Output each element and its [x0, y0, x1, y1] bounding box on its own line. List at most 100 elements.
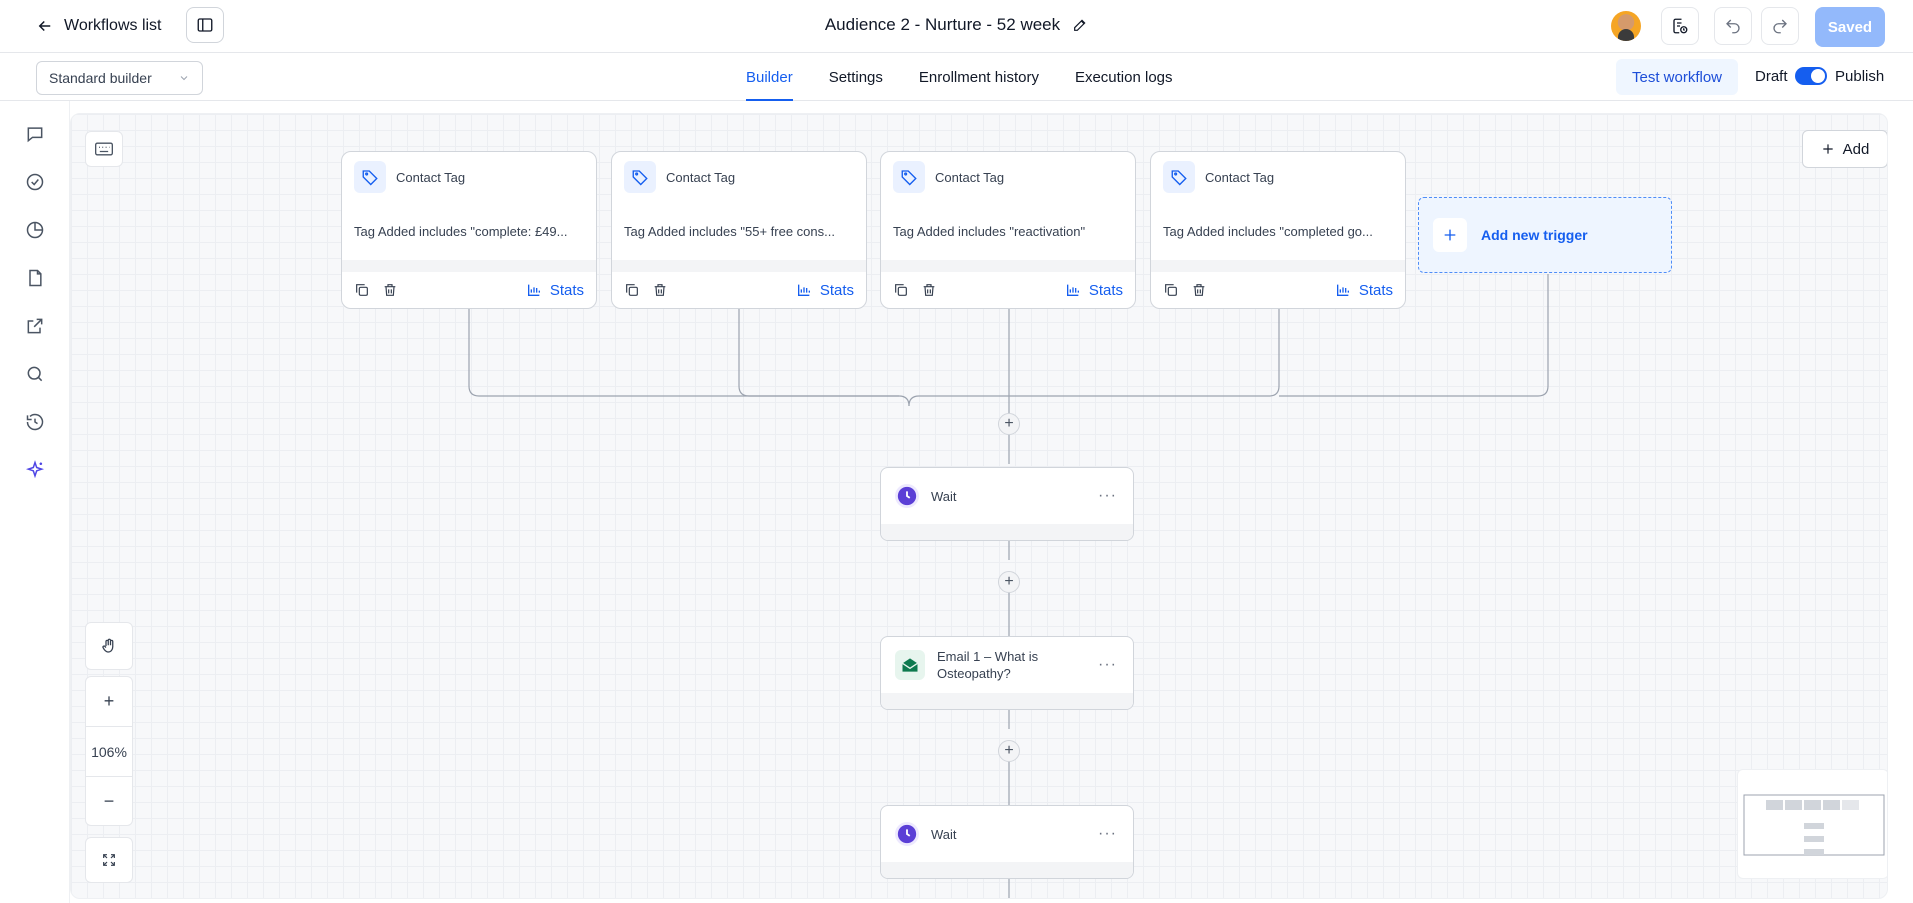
action-header: Wait ··· — [881, 468, 1133, 524]
action-card-wait[interactable]: Wait ··· — [880, 805, 1134, 879]
action-header: Email 1 – What is Osteopathy? ··· — [881, 637, 1133, 693]
tag-icon — [893, 161, 925, 193]
trigger-footer: Stats — [1151, 272, 1405, 308]
chat-icon[interactable] — [24, 123, 46, 145]
back-to-workflows-link[interactable]: Workflows list — [36, 14, 162, 38]
external-link-icon[interactable] — [24, 315, 46, 337]
trigger-card[interactable]: Contact Tag Tag Added includes "55+ free… — [611, 151, 867, 309]
trigger-description: Tag Added includes "complete: £49... — [342, 202, 596, 260]
check-circle-icon[interactable] — [24, 171, 46, 193]
action-card-wait[interactable]: Wait ··· — [880, 467, 1134, 541]
builder-select[interactable]: Standard builder — [36, 61, 203, 95]
fit-view-button[interactable] — [85, 837, 133, 883]
file-icon[interactable] — [24, 267, 46, 289]
stats-button[interactable]: Stats — [1335, 282, 1393, 299]
test-workflow-button[interactable]: Test workflow — [1616, 59, 1738, 95]
stats-label: Stats — [549, 281, 584, 299]
workflow-title: Audience 2 - Nurture - 52 week — [824, 15, 1061, 34]
trigger-body: Tag Added includes "reactivation" — [881, 202, 1135, 272]
trigger-footer: Stats — [881, 272, 1135, 308]
trash-icon[interactable] — [382, 282, 398, 298]
bar-chart-icon — [1066, 284, 1079, 296]
publish-toggle[interactable] — [1795, 67, 1827, 85]
copy-icon[interactable] — [354, 282, 370, 298]
trigger-card[interactable]: Contact Tag Tag Added includes "complete… — [1150, 151, 1406, 309]
chevron-down-icon — [180, 76, 188, 81]
version-history-button[interactable] — [1661, 7, 1699, 45]
add-button[interactable]: Add — [1802, 130, 1887, 168]
add-step-button[interactable]: + — [998, 413, 1020, 435]
action-footer — [881, 693, 1133, 709]
copy-icon[interactable] — [893, 282, 909, 298]
sidebar-toggle-button[interactable] — [186, 7, 224, 43]
zoom-in-button[interactable]: + — [86, 677, 132, 727]
trash-icon[interactable] — [921, 282, 937, 298]
copy-icon[interactable] — [624, 282, 640, 298]
add-step-button[interactable]: + — [998, 740, 1020, 762]
search-icon[interactable] — [24, 363, 46, 385]
action-card-email[interactable]: Email 1 – What is Osteopathy? ··· — [880, 636, 1134, 710]
zoom-controls: + 106% − — [85, 676, 133, 826]
builder-select-value: Standard builder — [49, 70, 152, 86]
clock-icon — [895, 484, 919, 508]
add-new-trigger-button[interactable]: Add new trigger — [1418, 197, 1672, 273]
more-options-icon[interactable]: ··· — [1098, 487, 1117, 505]
document-clock-icon — [1673, 18, 1688, 34]
stats-button[interactable]: Stats — [526, 282, 584, 299]
more-options-icon[interactable]: ··· — [1098, 656, 1117, 674]
minimap-preview — [1743, 794, 1885, 856]
zoom-out-button[interactable]: − — [86, 777, 132, 825]
tab-enrollment-history[interactable]: Enrollment history — [901, 53, 1057, 101]
redo-icon — [1773, 19, 1787, 34]
saved-button[interactable]: Saved — [1815, 7, 1885, 47]
copy-icon[interactable] — [1163, 282, 1179, 298]
hand-icon — [102, 638, 114, 653]
user-avatar[interactable] — [1611, 11, 1641, 41]
sub-bar: Standard builder Builder Settings Enroll… — [0, 53, 1913, 101]
undo-button[interactable] — [1714, 7, 1752, 45]
history-icon[interactable] — [24, 411, 46, 433]
trash-icon[interactable] — [652, 282, 668, 298]
bar-chart-icon — [527, 284, 540, 296]
trigger-title: Contact Tag — [666, 169, 736, 185]
redo-button[interactable] — [1761, 7, 1799, 45]
keyboard-shortcuts-button[interactable] — [85, 131, 123, 167]
sidebar-panel-icon — [197, 18, 213, 32]
pie-chart-icon[interactable] — [24, 219, 46, 241]
stats-button[interactable]: Stats — [796, 282, 854, 299]
add-step-button[interactable]: + — [998, 571, 1020, 593]
more-options-icon[interactable]: ··· — [1098, 825, 1117, 843]
sparkle-icon[interactable] — [24, 459, 46, 481]
keyboard-icon — [95, 142, 113, 156]
trigger-description: Tag Added includes "reactivation" — [881, 202, 1135, 260]
email-open-icon — [895, 650, 925, 680]
action-footer — [881, 524, 1133, 540]
add-new-trigger-label: Add new trigger — [1481, 227, 1588, 243]
workflow-canvas[interactable]: Add Contact Tag Tag Added includes "comp… — [70, 113, 1888, 899]
trigger-card[interactable]: Contact Tag Tag Added includes "complete… — [341, 151, 597, 309]
trigger-card[interactable]: Contact Tag Tag Added includes "reactiva… — [880, 151, 1136, 309]
top-bar: Workflows list Audience 2 - Nurture - 52… — [0, 0, 1913, 53]
pencil-edit-icon[interactable] — [1072, 17, 1088, 33]
tab-settings[interactable]: Settings — [811, 53, 901, 101]
action-label: Email 1 – What is Osteopathy? — [937, 649, 1039, 681]
trigger-footer: Stats — [612, 272, 866, 308]
tag-icon — [354, 161, 386, 193]
tag-icon — [1163, 161, 1195, 193]
action-label: Wait — [931, 488, 957, 504]
tab-builder[interactable]: Builder — [728, 53, 811, 101]
minimap[interactable] — [1737, 769, 1887, 879]
trigger-footer: Stats — [342, 272, 596, 308]
action-label: Wait — [931, 826, 957, 842]
stats-label: Stats — [1088, 281, 1123, 299]
trash-icon[interactable] — [1191, 282, 1207, 298]
publish-label: Publish — [1835, 68, 1885, 85]
tab-execution-logs[interactable]: Execution logs — [1057, 53, 1191, 101]
trigger-header: Contact Tag — [881, 152, 1135, 202]
add-button-label: Add — [1842, 140, 1870, 158]
stats-button[interactable]: Stats — [1065, 282, 1123, 299]
trigger-header: Contact Tag — [1151, 152, 1405, 202]
action-footer — [881, 862, 1133, 878]
pan-hand-button[interactable] — [85, 622, 133, 670]
stats-label: Stats — [819, 281, 854, 299]
